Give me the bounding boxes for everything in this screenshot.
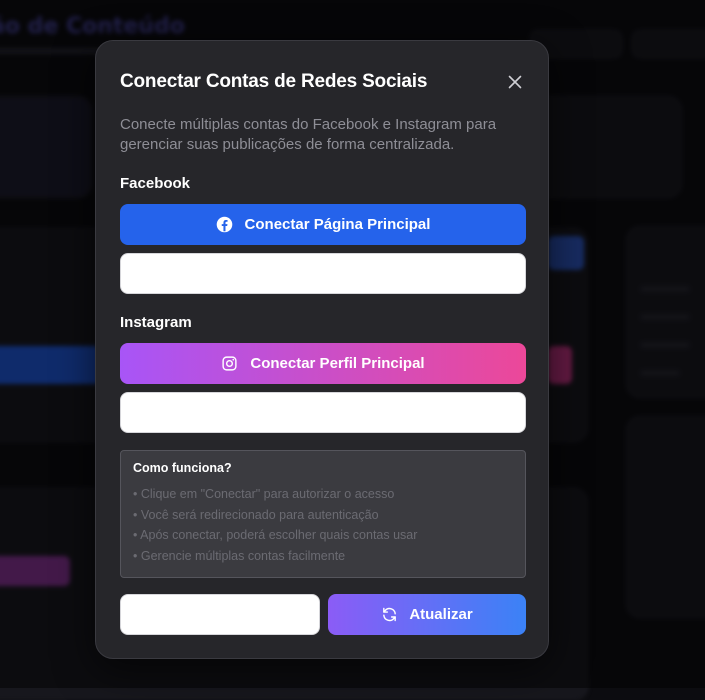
connect-accounts-dialog: Conectar Contas de Redes Sociais Conecte… <box>95 40 549 659</box>
connect-facebook-label: Conectar Página Principal <box>244 216 431 233</box>
facebook-icon <box>216 216 232 233</box>
facebook-section-label: Facebook <box>120 175 191 192</box>
list-item: Clique em "Conectar" para autorizar o ac… <box>133 484 513 505</box>
dialog-description: Conecte múltiplas contas do Facebook e I… <box>120 116 497 153</box>
how-it-works-box: Como funciona? Clique em "Conectar" para… <box>120 450 526 578</box>
update-label: Atualizar <box>409 606 473 623</box>
dialog-title: Conectar Contas de Redes Sociais <box>120 71 428 92</box>
connect-instagram-label: Conectar Perfil Principal <box>250 355 425 372</box>
connect-facebook-button[interactable]: Conectar Página Principal <box>120 204 526 245</box>
update-button[interactable]: Atualizar <box>328 594 526 635</box>
instagram-icon <box>222 356 237 371</box>
facebook-account-field[interactable] <box>120 253 526 294</box>
connect-instagram-button[interactable]: Conectar Perfil Principal <box>120 343 526 384</box>
instagram-section-label: Instagram <box>120 314 192 331</box>
refresh-icon <box>383 607 397 622</box>
close-button[interactable] <box>506 73 524 91</box>
instagram-account-field[interactable] <box>120 392 526 433</box>
list-item: Após conectar, poderá escolher quais con… <box>133 525 513 546</box>
cancel-button[interactable] <box>120 594 320 635</box>
close-icon <box>508 75 522 89</box>
list-item: Você será redirecionado para autenticaçã… <box>133 505 513 526</box>
list-item: Gerencie múltiplas contas facilmente <box>133 546 513 567</box>
how-it-works-title: Como funciona? <box>133 461 232 475</box>
how-it-works-list: Clique em "Conectar" para autorizar o ac… <box>133 484 513 566</box>
